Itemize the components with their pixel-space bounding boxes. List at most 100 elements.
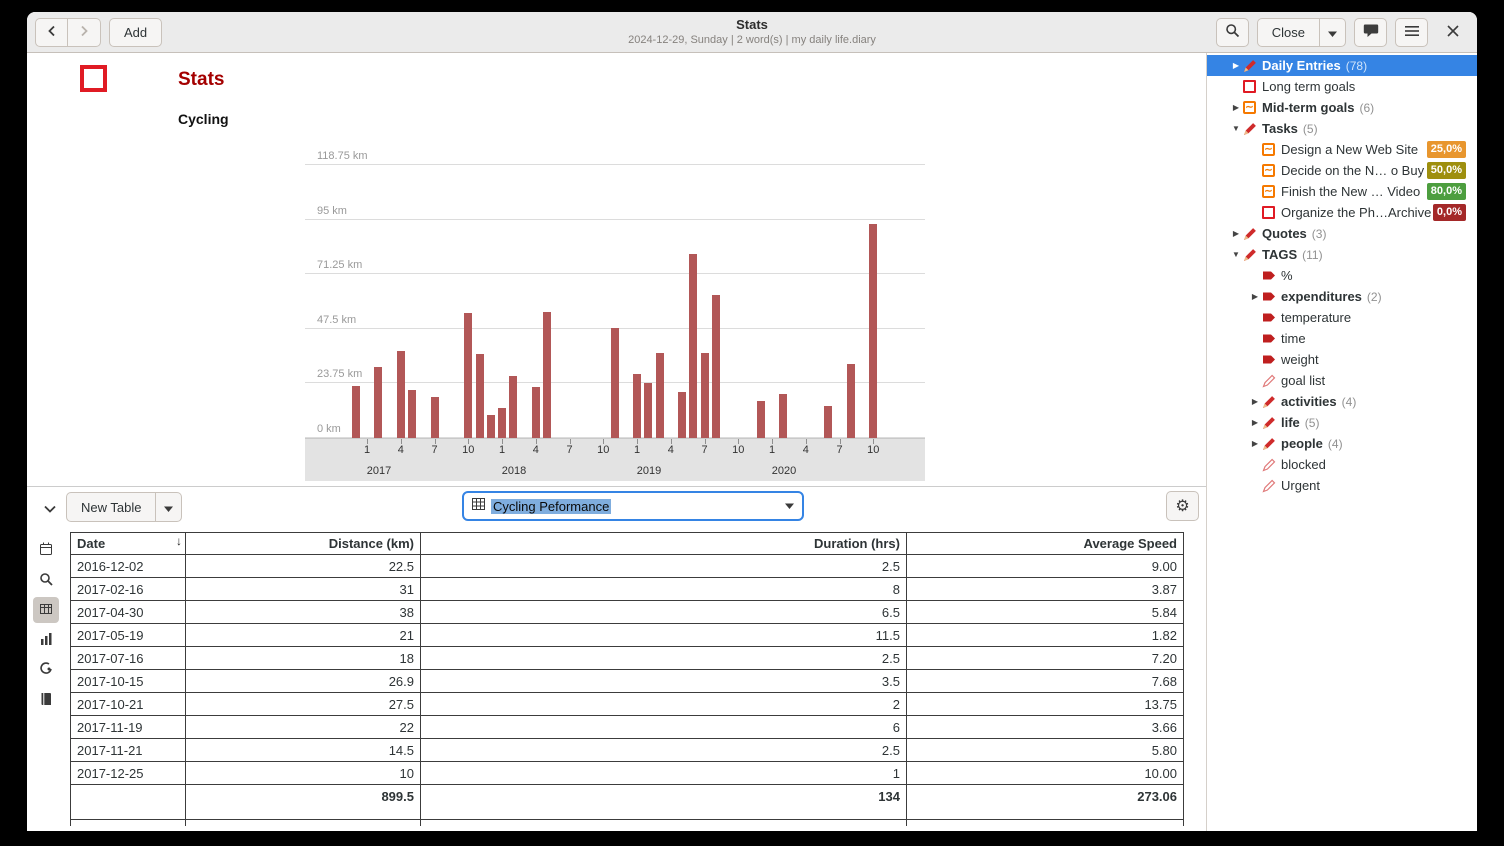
table-row[interactable]: 2017-07-16182.57.20 bbox=[71, 647, 1184, 670]
bar-2020-02 bbox=[779, 394, 787, 438]
table-settings-button[interactable]: ⚙ bbox=[1166, 491, 1199, 521]
calendar-view-button[interactable] bbox=[33, 537, 59, 563]
expander-icon[interactable]: ▶ bbox=[1248, 397, 1262, 406]
expander-icon[interactable]: ▶ bbox=[1248, 292, 1262, 301]
tree-item-people[interactable]: ▶people(4) bbox=[1207, 433, 1477, 454]
tree-item-label: time bbox=[1281, 331, 1306, 346]
theme-icon bbox=[38, 661, 54, 680]
table-cell: 5.84 bbox=[907, 601, 1184, 624]
tree-item-weight[interactable]: weight bbox=[1207, 349, 1477, 370]
tree-item-long-term-goals[interactable]: Long term goals bbox=[1207, 76, 1477, 97]
tree-item-activities[interactable]: ▶activities(4) bbox=[1207, 391, 1477, 412]
tree-item-urgent[interactable]: Urgent bbox=[1207, 475, 1477, 496]
table-cell: 3.87 bbox=[907, 578, 1184, 601]
close-entry-button[interactable]: Close bbox=[1257, 18, 1320, 47]
tree-item-daily-entries[interactable]: ▶Daily Entries(78) bbox=[1207, 55, 1477, 76]
tree-item-label: % bbox=[1281, 268, 1293, 283]
new-table-dropdown-button[interactable] bbox=[156, 492, 182, 522]
table-panel: New Table Cycling Peformance ⚙ Date↓ Dis… bbox=[27, 486, 1206, 831]
table-cell: 9.00 bbox=[907, 555, 1184, 578]
window-close-button[interactable] bbox=[1436, 18, 1469, 47]
expander-icon[interactable]: ▼ bbox=[1229, 250, 1243, 259]
tree-item-goal-list[interactable]: goal list bbox=[1207, 370, 1477, 391]
column-header-date[interactable]: Date↓ bbox=[71, 533, 186, 555]
column-header-avg-speed[interactable]: Average Speed bbox=[907, 533, 1184, 555]
search-icon bbox=[1225, 23, 1240, 41]
collapse-panel-button[interactable] bbox=[35, 495, 65, 521]
item-count: (4) bbox=[1328, 437, 1343, 451]
expander-icon[interactable]: ▶ bbox=[1248, 418, 1262, 427]
tree-item-time[interactable]: time bbox=[1207, 328, 1477, 349]
table-row[interactable]: 2017-02-163183.87 bbox=[71, 578, 1184, 601]
table-cell: 22.5 bbox=[186, 555, 421, 578]
table-row[interactable]: 2017-10-2127.5213.75 bbox=[71, 693, 1184, 716]
tree-item-percent[interactable]: % bbox=[1207, 265, 1477, 286]
tree-item-decide-on-the-n-o-buy[interactable]: ∼Decide on the N… o Buy50,0% bbox=[1207, 160, 1477, 181]
expander-icon[interactable]: ▶ bbox=[1248, 439, 1262, 448]
table-row[interactable]: 2017-12-2510110.00 bbox=[71, 762, 1184, 785]
tree-item-expenditures[interactable]: ▶expenditures(2) bbox=[1207, 286, 1477, 307]
tree-item-tasks[interactable]: ▼Tasks(5) bbox=[1207, 118, 1477, 139]
column-header-distance[interactable]: Distance (km) bbox=[186, 533, 421, 555]
progress-badge: 50,0% bbox=[1427, 162, 1466, 178]
table-row[interactable]: 2016-12-0222.52.59.00 bbox=[71, 555, 1184, 578]
caret-down-icon bbox=[1328, 25, 1337, 40]
menu-button[interactable] bbox=[1395, 18, 1428, 47]
add-button[interactable]: Add bbox=[109, 18, 162, 47]
table-selector-combobox[interactable]: Cycling Peformance bbox=[462, 491, 804, 521]
year-label: 2018 bbox=[502, 465, 526, 477]
diary-view-button[interactable] bbox=[33, 687, 59, 713]
bookmarks-button[interactable] bbox=[1354, 18, 1387, 47]
table-body: 2016-12-0222.52.59.002017-02-163183.8720… bbox=[71, 555, 1184, 785]
tree-item-tags[interactable]: ▼TAGS(11) bbox=[1207, 244, 1477, 265]
bar-2019-01 bbox=[633, 374, 641, 438]
table-icon bbox=[38, 601, 54, 620]
expander-icon[interactable]: ▶ bbox=[1229, 229, 1243, 238]
search-view-button[interactable] bbox=[33, 567, 59, 593]
table-cell: 2017-05-19 bbox=[71, 624, 186, 647]
expander-icon[interactable]: ▶ bbox=[1229, 61, 1243, 70]
expander-icon[interactable]: ▶ bbox=[1229, 103, 1243, 112]
tree-item-finish-the-new-video[interactable]: ∼Finish the New … Video80,0% bbox=[1207, 181, 1477, 202]
bar-2019-03 bbox=[656, 353, 664, 438]
search-button[interactable] bbox=[1216, 18, 1249, 47]
table-row[interactable]: 2017-10-1526.93.57.68 bbox=[71, 670, 1184, 693]
chart-view-button[interactable] bbox=[33, 627, 59, 653]
table-cell: 1 bbox=[421, 762, 907, 785]
diary-icon bbox=[38, 691, 54, 710]
month-tick-label: 7 bbox=[836, 444, 842, 456]
tree-item-blocked[interactable]: blocked bbox=[1207, 454, 1477, 475]
tree-item-design-a-new-web-site[interactable]: ∼Design a New Web Site25,0% bbox=[1207, 139, 1477, 160]
table-cell: 11.5 bbox=[421, 624, 907, 647]
tree-item-organize-the-ph-archive[interactable]: Organize the Ph…Archive0,0% bbox=[1207, 202, 1477, 223]
pencil-icon bbox=[1262, 395, 1279, 409]
forward-button[interactable] bbox=[68, 18, 101, 47]
theme-view-button[interactable] bbox=[33, 657, 59, 683]
month-tick-label: 4 bbox=[668, 444, 674, 456]
tree-item-mid-term-goals[interactable]: ▶∼Mid-term goals(6) bbox=[1207, 97, 1477, 118]
table-row[interactable]: 2017-05-192111.51.82 bbox=[71, 624, 1184, 647]
table-cell: 22 bbox=[186, 716, 421, 739]
tree-item-label: Urgent bbox=[1281, 478, 1320, 493]
year-label: 2020 bbox=[772, 465, 796, 477]
table-cell: 2017-10-21 bbox=[71, 693, 186, 716]
table-row[interactable]: 2017-11-192263.66 bbox=[71, 716, 1184, 739]
item-count: (6) bbox=[1359, 101, 1374, 115]
pencil-icon bbox=[1262, 416, 1279, 430]
table-row[interactable]: 2017-11-2114.52.55.80 bbox=[71, 739, 1184, 762]
tree-item-life[interactable]: ▶life(5) bbox=[1207, 412, 1477, 433]
calendar-icon bbox=[38, 541, 54, 560]
new-table-button[interactable]: New Table bbox=[66, 492, 156, 522]
table-row[interactable]: 2017-04-30386.55.84 bbox=[71, 601, 1184, 624]
tree-item-temperature[interactable]: temperature bbox=[1207, 307, 1477, 328]
column-header-duration[interactable]: Duration (hrs) bbox=[421, 533, 907, 555]
bar-2020-06 bbox=[824, 406, 832, 438]
tree-item-label: TAGS bbox=[1262, 247, 1297, 262]
back-button[interactable] bbox=[35, 18, 68, 47]
expander-icon[interactable]: ▼ bbox=[1229, 124, 1243, 133]
close-dropdown-button[interactable] bbox=[1320, 18, 1346, 47]
table-cell: 18 bbox=[186, 647, 421, 670]
table-view-button[interactable] bbox=[33, 597, 59, 623]
tree-item-quotes[interactable]: ▶Quotes(3) bbox=[1207, 223, 1477, 244]
table-cell: 6 bbox=[421, 716, 907, 739]
